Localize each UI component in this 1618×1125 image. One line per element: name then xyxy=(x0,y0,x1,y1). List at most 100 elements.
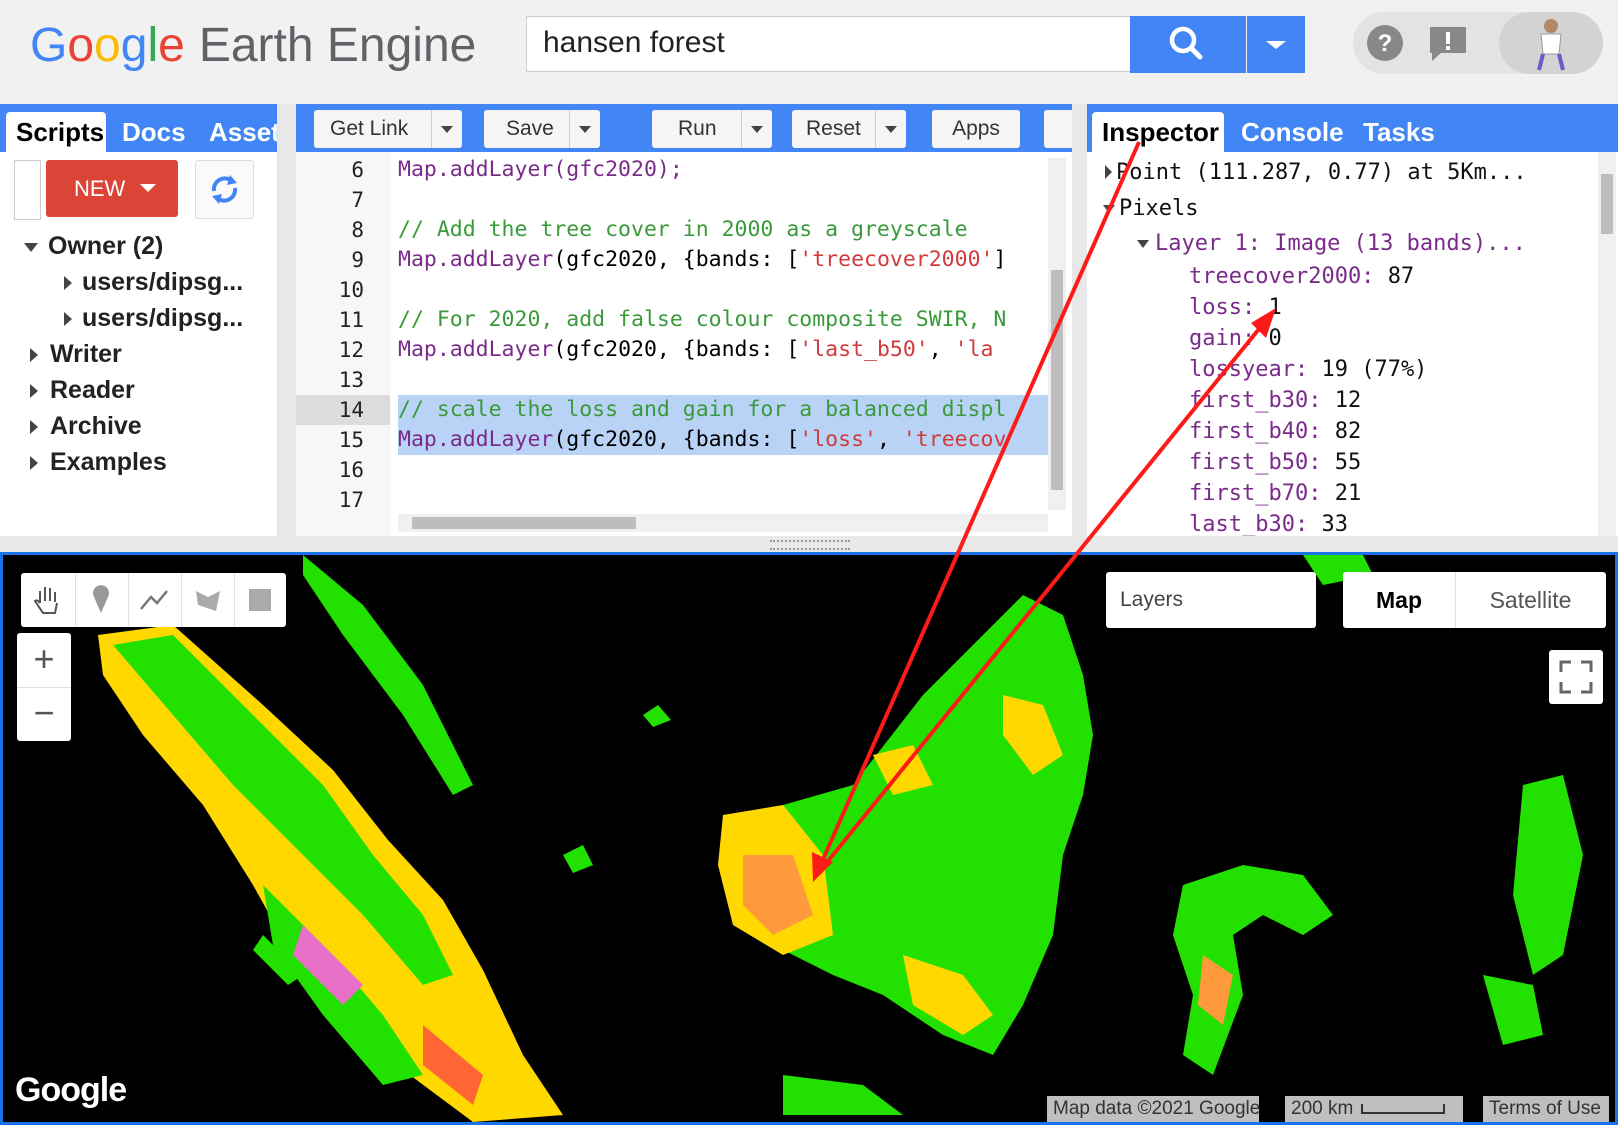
search-button[interactable] xyxy=(1130,16,1246,73)
inspector-scroll-thumb[interactable] xyxy=(1601,174,1613,234)
caret-down-icon xyxy=(24,242,38,252)
code-token: Map.addLayer xyxy=(398,337,554,362)
chevron-down-icon[interactable] xyxy=(569,110,600,148)
tab-console[interactable]: Console xyxy=(1231,112,1354,152)
chevron-down-icon[interactable] xyxy=(431,110,462,148)
code-token: (gfc2020, {bands: [ xyxy=(553,247,800,272)
layers-button[interactable]: Layers xyxy=(1106,572,1316,628)
tree-item-owner[interactable]: Owner (2) xyxy=(24,232,163,261)
code-line: Map.addLayer(gfc2020, {bands: ['treecove… xyxy=(398,247,1048,272)
property-key: lossyear: xyxy=(1189,357,1309,382)
tree-item-writer[interactable]: Writer xyxy=(30,340,122,369)
property-key: last_b30: xyxy=(1189,512,1309,536)
settings-icon[interactable] xyxy=(1044,110,1072,148)
product-name: Earth Engine xyxy=(198,19,477,72)
logo-letter: G xyxy=(30,19,68,72)
drawing-tools xyxy=(21,573,286,627)
property-key: first_b40: xyxy=(1189,419,1322,444)
chevron-down-icon[interactable] xyxy=(875,110,906,148)
logo-letter: l xyxy=(147,19,159,72)
property-value: 33 xyxy=(1321,512,1348,536)
tree-item-archive[interactable]: Archive xyxy=(30,412,142,441)
tab-docs[interactable]: Docs xyxy=(112,112,196,152)
splitter-grip-icon[interactable] xyxy=(770,540,850,550)
run-button[interactable]: Run xyxy=(652,110,772,148)
avatar[interactable] xyxy=(1499,12,1603,74)
reset-button[interactable]: Reset xyxy=(792,110,906,148)
caret-right-icon xyxy=(30,384,38,399)
tree-item-repo[interactable]: users/dipsg... xyxy=(64,304,243,333)
tree-item-reader[interactable]: Reader xyxy=(30,376,135,405)
marker-tool[interactable] xyxy=(74,573,129,627)
property-key: first_b30: xyxy=(1189,388,1322,413)
code-token: 'la xyxy=(954,337,994,362)
scale-text: 200 km xyxy=(1291,1098,1354,1119)
refresh-button[interactable] xyxy=(195,160,254,219)
terms-of-use-link[interactable]: Terms of Use xyxy=(1483,1096,1609,1122)
scale-bar[interactable]: 200 km xyxy=(1285,1096,1463,1122)
tree-item-repo[interactable]: users/dipsg... xyxy=(64,268,243,297)
property-row: lossyear: 19 (77%) xyxy=(1189,357,1427,382)
line-icon xyxy=(140,590,168,610)
vertical-splitter-left[interactable] xyxy=(277,104,296,536)
property-key: gain: xyxy=(1189,326,1256,351)
zoom-in-button[interactable]: + xyxy=(17,633,71,688)
google-map-logo: Google xyxy=(15,1071,127,1109)
tree-item-label: users/dipsg... xyxy=(82,304,244,332)
map-canvas[interactable]: + − Layers Map Satellite Google Map data… xyxy=(0,552,1618,1125)
get-link-button[interactable]: Get Link xyxy=(314,110,462,148)
pixels-row[interactable]: Pixels xyxy=(1103,196,1198,221)
pan-tool[interactable] xyxy=(21,573,76,627)
code-token: 'last_b50' xyxy=(799,337,929,362)
map-type-satellite-button[interactable]: Satellite xyxy=(1455,572,1606,628)
line-number: 16 xyxy=(338,458,364,482)
property-row: last_b30: 33 xyxy=(1189,512,1348,536)
line-number: 11 xyxy=(338,308,364,332)
save-button[interactable]: Save xyxy=(484,110,600,148)
line-number: 10 xyxy=(338,278,364,302)
point-row[interactable]: Point (111.287, 0.77) at 5Km... xyxy=(1105,160,1527,185)
tree-item-examples[interactable]: Examples xyxy=(30,448,167,477)
chevron-down-icon[interactable] xyxy=(741,110,772,148)
map-type-map-button[interactable]: Map xyxy=(1343,572,1456,628)
caret-down-icon xyxy=(1137,240,1149,248)
caret-right-icon xyxy=(30,456,38,471)
tab-tasks[interactable]: Tasks xyxy=(1353,112,1445,152)
line-tool[interactable] xyxy=(127,573,182,627)
line-number: 14 xyxy=(338,398,364,422)
new-button[interactable]: NEW xyxy=(46,160,178,217)
search-icon xyxy=(1169,26,1203,60)
help-icon[interactable]: ? xyxy=(1365,23,1405,63)
feedback-icon[interactable] xyxy=(1427,24,1469,64)
tree-item-label: Examples xyxy=(50,448,167,476)
script-filter-input[interactable] xyxy=(14,160,41,220)
code-token: Map.addLayer xyxy=(398,247,554,272)
editor-hscroll-thumb[interactable] xyxy=(412,517,636,529)
apps-button[interactable]: Apps xyxy=(932,110,1020,148)
google-earth-engine-logo[interactable]: Google Earth Engine xyxy=(30,18,476,74)
code-token: , xyxy=(876,427,903,452)
property-row: loss: 1 xyxy=(1189,295,1282,320)
vertical-splitter-right[interactable] xyxy=(1072,104,1087,536)
zoom-control: + − xyxy=(17,633,71,741)
search-options-button[interactable] xyxy=(1247,16,1305,73)
polygon-tool[interactable] xyxy=(180,573,235,627)
line-number: 8 xyxy=(351,218,364,242)
zoom-out-button[interactable]: − xyxy=(17,687,71,741)
search-input[interactable]: hansen forest xyxy=(526,16,1130,72)
property-value: 12 xyxy=(1334,388,1362,413)
rectangle-tool[interactable] xyxy=(233,573,287,627)
tab-inspector[interactable]: Inspector xyxy=(1092,112,1224,152)
fullscreen-button[interactable] xyxy=(1549,650,1603,704)
property-key: loss: xyxy=(1189,295,1256,320)
new-button-label: NEW xyxy=(74,176,126,201)
tree-item-label: Writer xyxy=(50,340,122,368)
logo-letter: g xyxy=(120,19,148,72)
fullscreen-icon xyxy=(1559,660,1593,694)
editor-toolbar: Get Link Save Run Reset Apps xyxy=(296,104,1072,152)
line-number: 7 xyxy=(351,188,364,212)
tab-scripts[interactable]: Scripts xyxy=(6,112,106,152)
caret-right-icon xyxy=(30,348,38,363)
layer-row[interactable]: Layer 1: Image (13 bands)... xyxy=(1137,231,1526,256)
editor-scroll-thumb[interactable] xyxy=(1051,270,1063,490)
